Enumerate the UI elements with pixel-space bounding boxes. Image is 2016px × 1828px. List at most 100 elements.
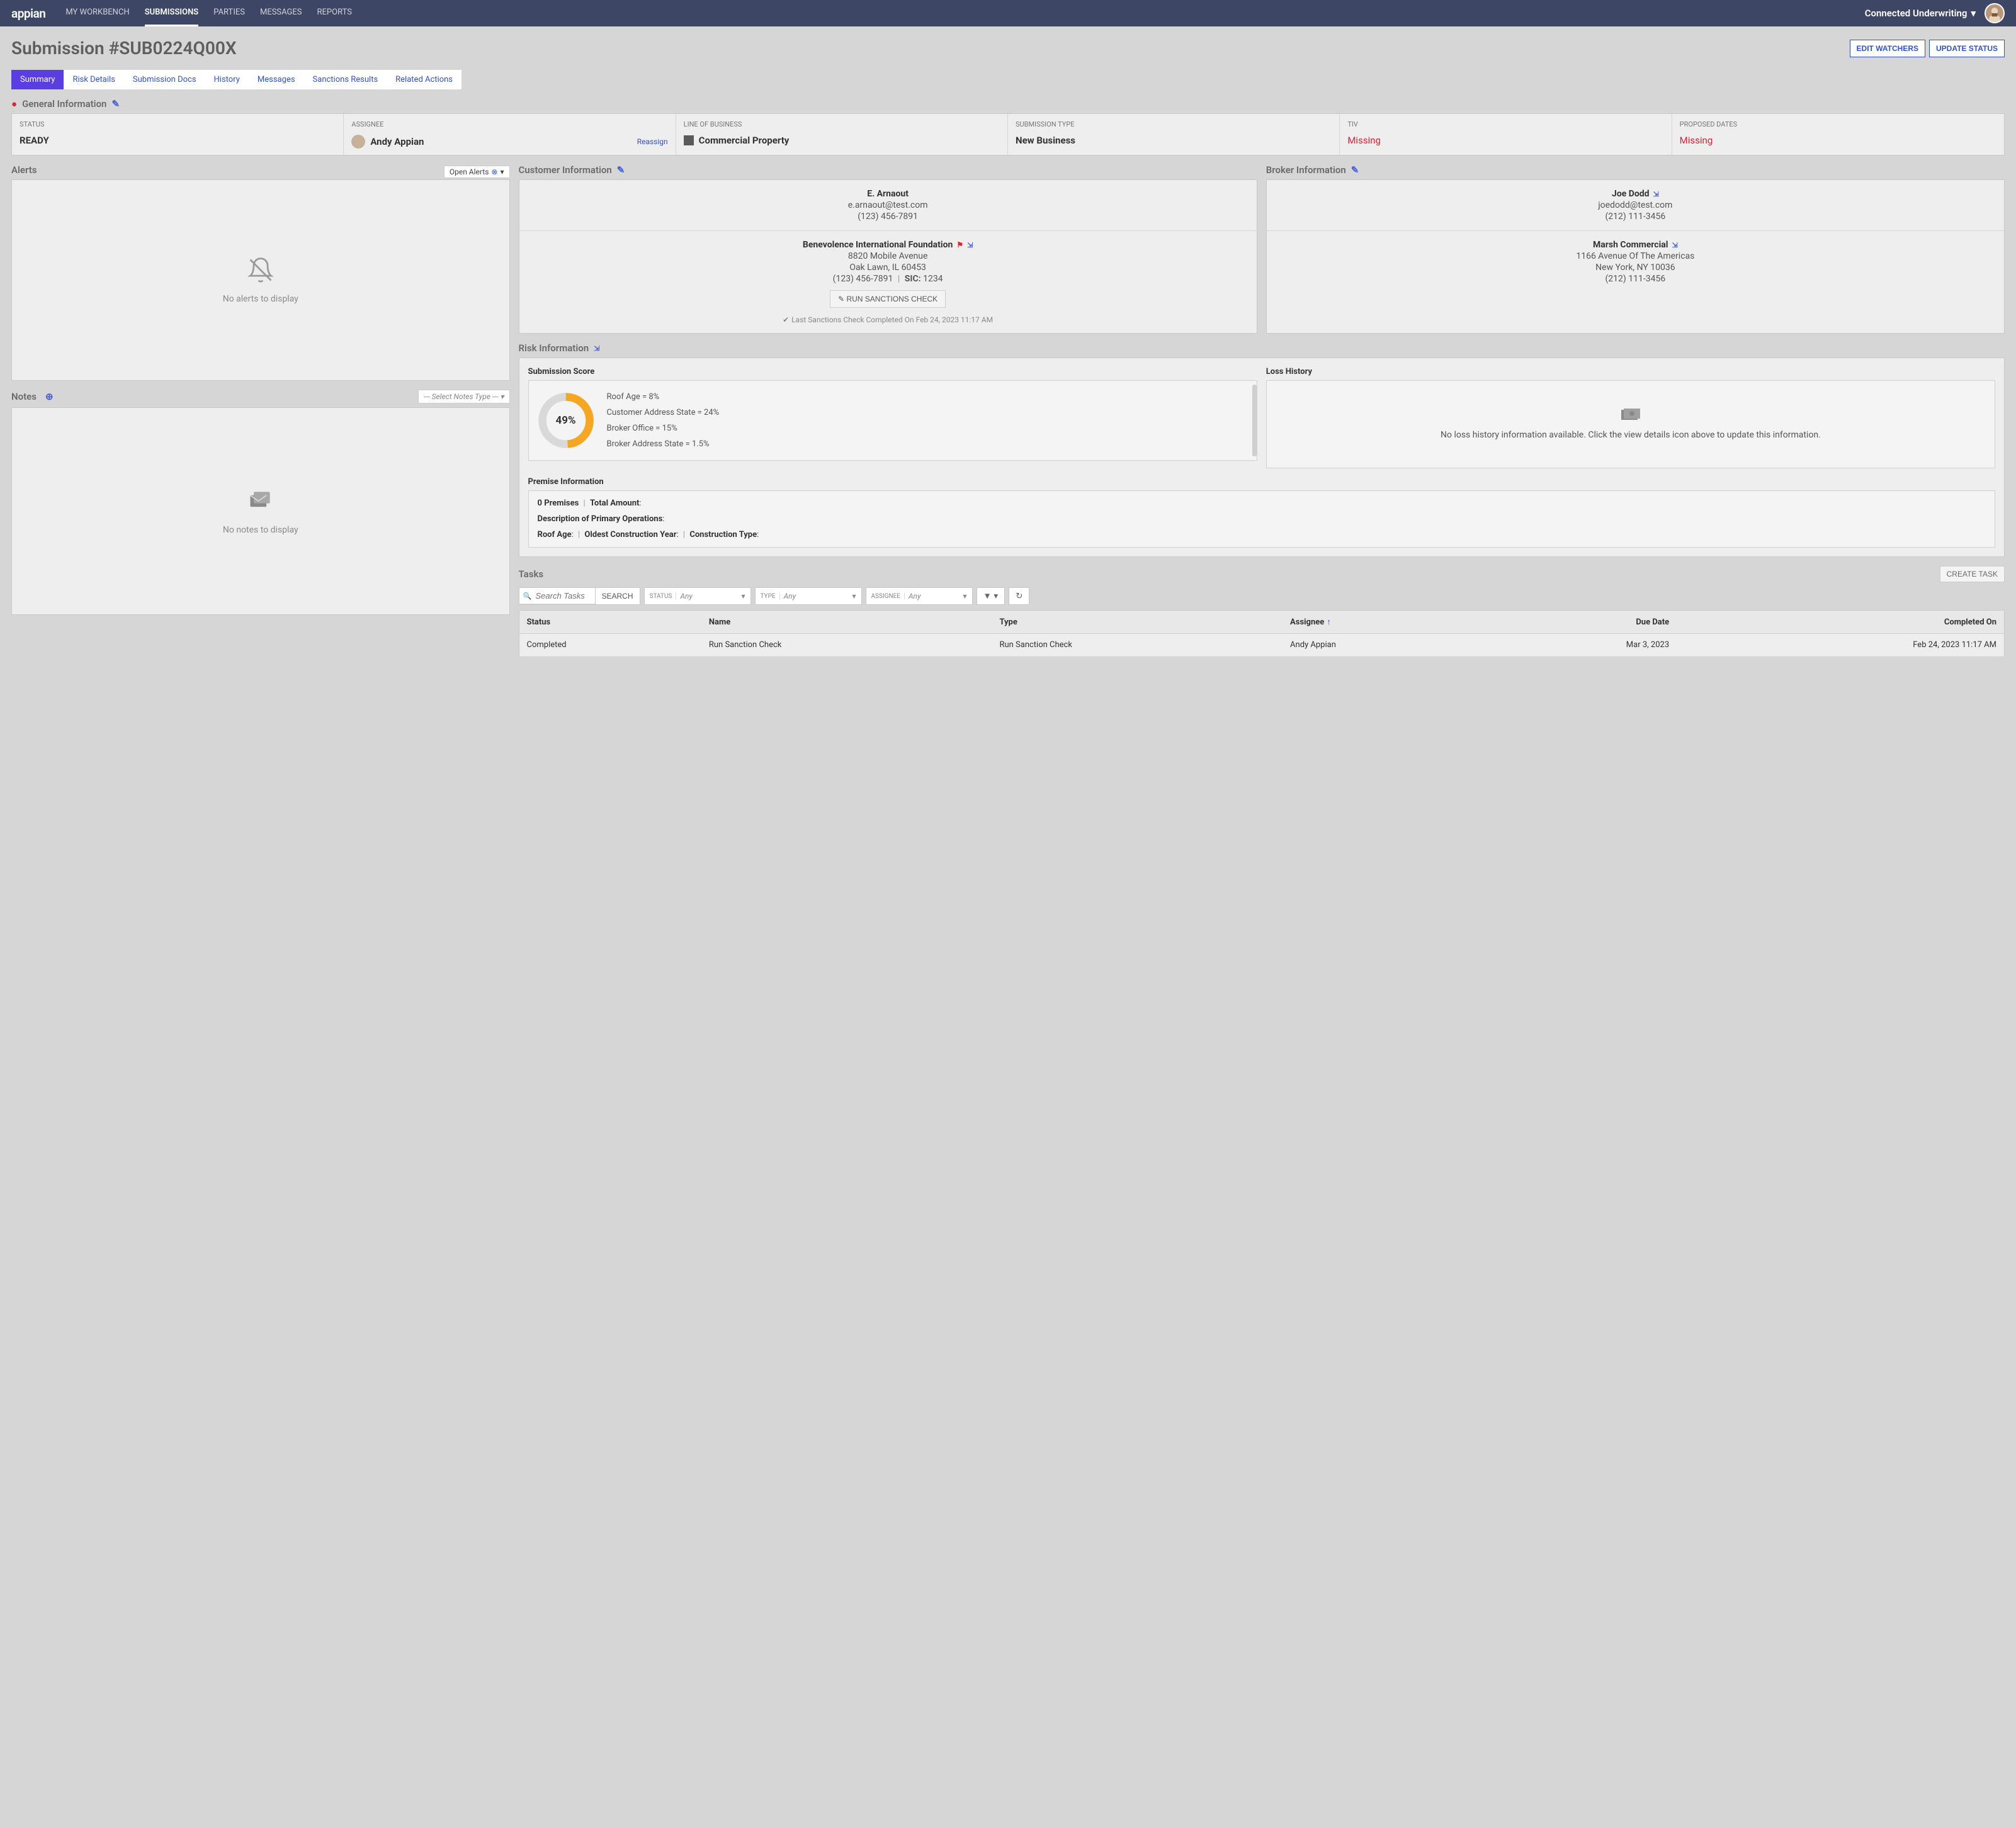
construction-type-label: Construction Type <box>689 530 757 539</box>
broker-header: Broker Information ✎ <box>1266 164 2005 176</box>
col-assignee[interactable]: Assignee↑ <box>1283 611 1484 634</box>
tasks-search-input[interactable] <box>519 588 595 604</box>
tab-messages[interactable]: Messages <box>249 70 304 89</box>
notes-header-row: Notes ⊕ --- Select Notes Type --- ▾ <box>11 390 510 403</box>
broker-contact-name-row: Joe Dodd ⇲ <box>1612 189 1659 199</box>
alert-circle-icon: ● <box>11 98 17 110</box>
score-donut-chart: 49% <box>538 392 594 449</box>
col-type[interactable]: Type <box>992 611 1283 634</box>
expand-risk-icon[interactable]: ⇲ <box>594 344 599 353</box>
tasks-type-filter[interactable]: TYPE Any <box>755 587 862 605</box>
broker-company-phone: (212) 111-3456 <box>1276 274 1995 284</box>
general-info-section: ● General Information ✎ STATUS READY ASS… <box>11 98 2005 155</box>
update-status-button[interactable]: UPDATE STATUS <box>1929 40 2005 57</box>
customer-contact-name: E. Arnaout <box>867 189 909 199</box>
customer-company-name: Benevolence International Foundation <box>803 240 953 250</box>
top-nav: appian MY WORKBENCH SUBMISSIONS PARTIES … <box>0 0 2016 26</box>
chevron-down-icon: ▾ <box>1971 8 1976 19</box>
tiv-value: Missing <box>1347 135 1663 146</box>
roof-age-label: Roof Age <box>538 530 572 539</box>
score-box: 49% Roof Age = 8% Customer Address State… <box>528 380 1257 461</box>
run-sanctions-button[interactable]: ✎ RUN SANCTIONS CHECK <box>830 290 946 308</box>
nav-submissions[interactable]: SUBMISSIONS <box>145 0 199 26</box>
env-dropdown[interactable]: Connected Underwriting ▾ <box>1865 8 1976 19</box>
alerts-empty-box: No alerts to display <box>11 179 510 381</box>
add-note-icon[interactable]: ⊕ <box>45 391 54 402</box>
tab-risk-details[interactable]: Risk Details <box>64 70 123 89</box>
refresh-button[interactable]: ↻ <box>1009 587 1029 605</box>
score-title: Submission Score <box>528 367 1257 376</box>
table-row[interactable]: Completed Run Sanction Check Run Sanctio… <box>519 634 2005 657</box>
tasks-search-group: SEARCH <box>519 587 640 605</box>
oldest-year-label: Oldest Construction Year <box>584 530 676 539</box>
edit-watchers-button[interactable]: EDIT WATCHERS <box>1850 40 1925 57</box>
nav-reports[interactable]: REPORTS <box>317 0 352 26</box>
cell-assignee: Andy Appian <box>1283 634 1484 657</box>
broker-contact-phone: (212) 111-3456 <box>1276 212 1995 222</box>
create-task-button[interactable]: CREATE TASK <box>1940 566 2005 582</box>
tasks-filter-row: SEARCH STATUS Any TYPE Any ASSIGNEE Any … <box>519 587 2005 605</box>
col-due[interactable]: Due Date <box>1485 611 1677 634</box>
dates-label: PROPOSED DATES <box>1680 120 1996 128</box>
tab-related-actions[interactable]: Related Actions <box>387 70 462 89</box>
tab-sanctions-results[interactable]: Sanctions Results <box>304 70 387 89</box>
info-row: Customer Information ✎ E. Arnaout e.arna… <box>519 164 2005 334</box>
tasks-assignee-filter[interactable]: ASSIGNEE Any <box>866 587 973 605</box>
edit-general-icon[interactable]: ✎ <box>111 98 120 110</box>
sic-value: 1234 <box>923 274 943 284</box>
col-status[interactable]: Status <box>519 611 701 634</box>
general-subtype-cell: SUBMISSION TYPE New Business <box>1008 114 1340 155</box>
nav-messages[interactable]: MESSAGES <box>260 0 302 26</box>
total-amount-label: Total Amount <box>590 499 639 508</box>
col-completed[interactable]: Completed On <box>1677 611 2004 634</box>
header-actions: EDIT WATCHERS UPDATE STATUS <box>1850 40 2005 57</box>
filter-button[interactable]: ▼ ▾ <box>977 587 1005 605</box>
expand-broker-company-icon[interactable]: ⇲ <box>1672 241 1678 249</box>
nav-parties[interactable]: PARTIES <box>213 0 245 26</box>
customer-card: Customer Information ✎ E. Arnaout e.arna… <box>519 164 1257 334</box>
reassign-link[interactable]: Reassign <box>637 137 668 146</box>
score-factor: Customer Address State = 24% <box>607 408 720 417</box>
right-column: Customer Information ✎ E. Arnaout e.arna… <box>519 164 2005 657</box>
notes-title-wrap: Notes ⊕ <box>11 391 54 402</box>
col-name[interactable]: Name <box>701 611 992 634</box>
risk-header: Risk Information ⇲ <box>519 342 2005 354</box>
edit-customer-icon[interactable]: ✎ <box>617 164 625 176</box>
page-content: ● General Information ✎ STATUS READY ASS… <box>0 89 2016 665</box>
general-tiv-cell: TIV Missing <box>1340 114 1672 155</box>
edit-broker-icon[interactable]: ✎ <box>1351 164 1359 176</box>
alerts-filter-dropdown[interactable]: Open Alerts ⊗ ▾ <box>444 166 510 178</box>
expand-broker-contact-icon[interactable]: ⇲ <box>1653 190 1659 198</box>
check-circle-icon: ✔ <box>783 315 789 324</box>
premises-count: 0 Premises <box>538 499 579 508</box>
cell-name: Run Sanction Check <box>701 634 992 657</box>
tasks-search-button[interactable]: SEARCH <box>595 588 640 604</box>
broker-contact-name: Joe Dodd <box>1612 189 1650 199</box>
assignee-avatar-icon <box>351 135 365 149</box>
tasks-status-filter[interactable]: STATUS Any <box>644 587 751 605</box>
notes-type-dropdown[interactable]: --- Select Notes Type --- ▾ <box>418 390 510 403</box>
customer-contact-email: e.arnaout@test.com <box>528 200 1248 210</box>
nav-my-workbench[interactable]: MY WORKBENCH <box>65 0 129 26</box>
customer-company-addr1: 8820 Mobile Avenue <box>528 251 1248 261</box>
expand-customer-icon[interactable]: ⇲ <box>967 241 973 249</box>
alerts-header-row: Alerts Open Alerts ⊗ ▾ <box>11 164 510 179</box>
customer-contact-phone: (123) 456-7891 <box>528 212 1248 222</box>
sanctions-btn-label: RUN SANCTIONS CHECK <box>846 295 937 303</box>
tab-summary[interactable]: Summary <box>11 70 64 89</box>
tab-submission-docs[interactable]: Submission Docs <box>124 70 205 89</box>
left-column: Alerts Open Alerts ⊗ ▾ No alerts to disp… <box>11 164 510 657</box>
money-icon <box>1621 409 1640 421</box>
user-avatar[interactable] <box>1985 3 2005 23</box>
status-label: STATUS <box>20 120 336 128</box>
customer-header: Customer Information ✎ <box>519 164 1257 176</box>
score-percent: 49% <box>538 392 594 449</box>
broker-company-block: Marsh Commercial ⇲ 1166 Avenue Of The Am… <box>1267 231 2004 293</box>
tasks-section: Tasks CREATE TASK SEARCH STATUS Any <box>519 566 2005 657</box>
brand-logo: appian <box>11 6 45 21</box>
notes-title: Notes <box>11 391 37 402</box>
nav-items: MY WORKBENCH SUBMISSIONS PARTIES MESSAGE… <box>65 0 1864 26</box>
pencil-icon: ✎ <box>838 295 846 303</box>
premise-summary-row: 0 Premises | Total Amount: <box>538 499 1986 508</box>
tab-history[interactable]: History <box>205 70 249 89</box>
